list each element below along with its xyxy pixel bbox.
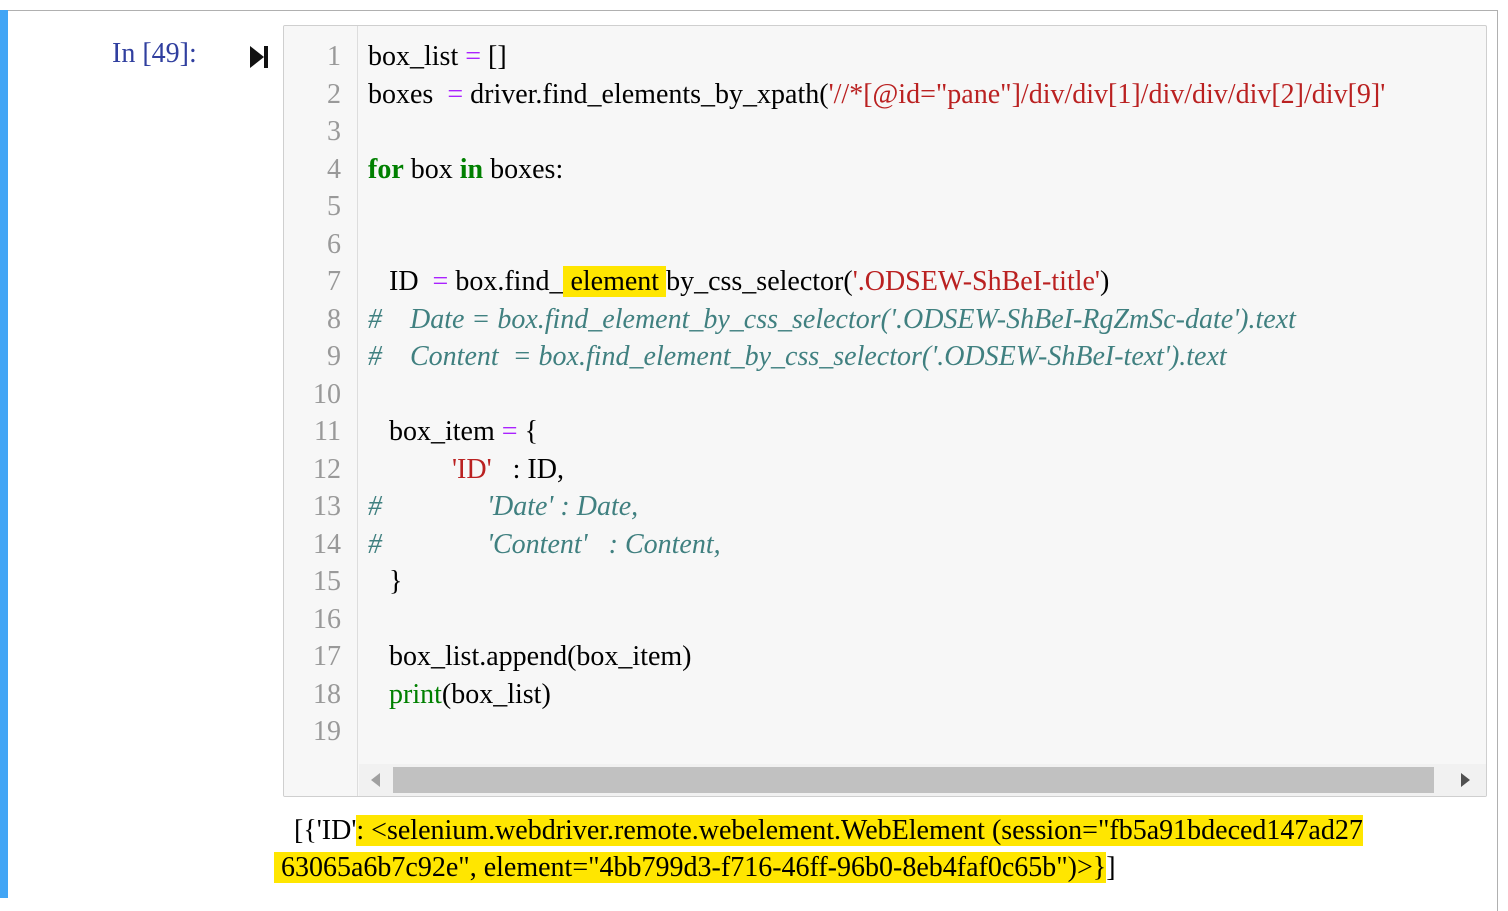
search-highlight: element xyxy=(563,266,667,297)
line-number: 16 xyxy=(313,603,341,635)
line-number: 13 xyxy=(313,491,341,522)
line-number: 4 xyxy=(327,153,341,185)
line-number: 6 xyxy=(327,228,341,260)
code-line-7: ID = box.find_ element by_css_selector('… xyxy=(368,266,1110,297)
code-line-9: # Content = box.find_element_by_css_sele… xyxy=(368,341,1227,372)
output-line-1: [{'ID': <selenium.webdriver.remote.webel… xyxy=(294,815,1363,846)
code-line-8: # Date = box.find_element_by_css_selecto… xyxy=(368,303,1296,335)
code-line-11: box_item = { xyxy=(368,416,539,447)
code-line-2: boxes = driver.find_elements_by_xpath('/… xyxy=(368,78,1386,110)
line-number: 9 xyxy=(327,341,341,372)
line-number: 5 xyxy=(327,191,341,222)
code-line-4: for box in boxes: xyxy=(368,153,564,185)
scrollbar-thumb[interactable] xyxy=(393,767,1434,793)
line-number: 12 xyxy=(313,453,341,485)
line-number-gutter: 1 2 3 4 5 6 7 8 9 10 11 12 13 14 15 16 17 18 19 xyxy=(284,26,358,796)
line-number: 19 xyxy=(313,716,341,747)
code-area[interactable]: box_list = [] boxes = driver.find_elemen… xyxy=(368,26,1486,796)
code-line-13: # 'Date' : Date, xyxy=(368,491,639,522)
code-line-14: # 'Content' : Content, xyxy=(368,528,721,560)
selected-cell-indicator xyxy=(0,10,8,898)
chevron-left-icon[interactable] xyxy=(361,764,391,796)
line-number: 7 xyxy=(327,266,341,297)
code-line-17: box_list.append(box_item) xyxy=(368,641,692,672)
line-number: 10 xyxy=(313,378,341,410)
line-number: 8 xyxy=(327,303,341,335)
code-line-12: 'ID' : ID, xyxy=(452,453,564,485)
line-number: 15 xyxy=(313,566,341,597)
code-line-18: print(box_list) xyxy=(389,678,551,710)
line-number: 17 xyxy=(313,641,341,672)
horizontal-scrollbar[interactable] xyxy=(359,764,1486,796)
line-number: 3 xyxy=(327,116,341,147)
line-number: 11 xyxy=(314,416,341,447)
line-number: 18 xyxy=(313,678,341,710)
chevron-right-icon[interactable] xyxy=(1450,764,1480,796)
code-editor[interactable]: 1 2 3 4 5 6 7 8 9 10 11 12 13 14 15 16 17 18 19 box_list =… xyxy=(283,25,1487,797)
line-number: 1 xyxy=(327,41,341,72)
line-number: 2 xyxy=(327,78,341,110)
code-line-1: box_list = [] xyxy=(368,41,507,72)
output-line-2: 63065a6b7c92e", element="4bb799d3-f716-4… xyxy=(274,852,1116,883)
line-number: 14 xyxy=(313,528,341,560)
code-line-15: } xyxy=(368,566,403,597)
input-prompt: In [49]: xyxy=(112,38,197,69)
run-cell-icon[interactable] xyxy=(248,44,270,70)
